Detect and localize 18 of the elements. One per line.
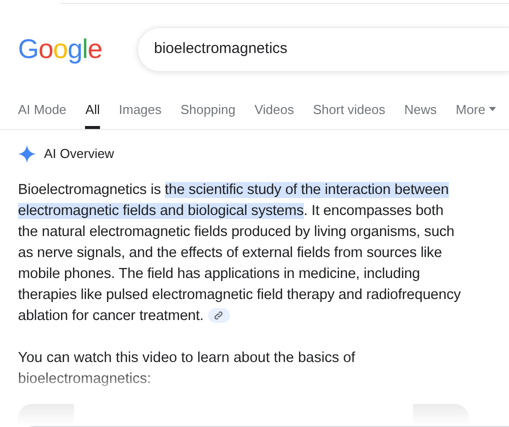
link-icon [214, 311, 224, 320]
caret-icon [489, 107, 496, 112]
search-tab[interactable]: Images [118, 100, 162, 129]
search-field[interactable]: bioelectromagnetics [137, 27, 509, 72]
search-tab[interactable]: All [85, 100, 100, 129]
sparkle-icon [18, 144, 36, 163]
search-tab[interactable]: Videos [254, 100, 294, 129]
search-tab[interactable]: AI Mode [18, 100, 66, 129]
overview-paragraph: Bioelectromagnetics is the scientific study of the interaction between electromagnetic fields and biological systems. It encompasses both the natural electromagnetic fields produced by living organisms, such as nerve signals, and the effects of external fields from sources like mobile phones. The field has applications in medicine, including therapies like pulsed electromagnetic field therapy and radiofrequency ablation for cancer treatment. [18, 180, 462, 326]
search-tab[interactable]: Shopping [180, 100, 236, 129]
google-logo[interactable]: Google [18, 36, 118, 63]
section-title: AI Overview [44, 145, 114, 163]
link-chip[interactable] [208, 308, 230, 324]
search-tab[interactable]: Short videos [312, 100, 386, 129]
search-tab[interactable]: More [456, 100, 496, 129]
video-thumbnail [18, 404, 74, 426]
video-thumbnail [413, 404, 469, 426]
search-tab[interactable]: News [404, 100, 437, 129]
